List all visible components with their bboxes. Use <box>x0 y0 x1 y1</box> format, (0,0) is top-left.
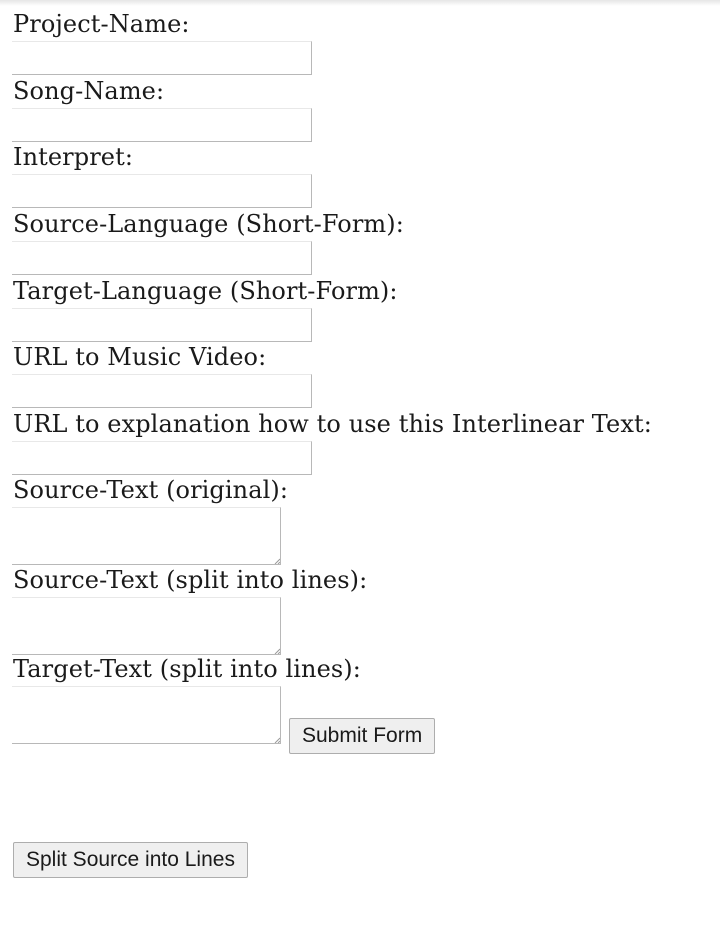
source-text-split-label: Source-Text (split into lines): <box>13 566 368 594</box>
interlinear-text-form: Project-Name: Song-Name: Interpret: Sour… <box>0 0 720 937</box>
target-language-label: Target-Language (Short-Form): <box>13 277 398 305</box>
song-name-label: Song-Name: <box>13 77 165 105</box>
interpret-label: Interpret: <box>13 143 134 171</box>
split-source-into-lines-button[interactable]: Split Source into Lines <box>13 842 248 878</box>
music-video-url-input[interactable] <box>12 374 312 408</box>
source-text-original-label: Source-Text (original): <box>13 476 289 504</box>
target-language-input[interactable] <box>12 308 312 342</box>
source-language-input[interactable] <box>12 241 312 275</box>
song-name-input[interactable] <box>12 108 312 142</box>
target-text-split-textarea[interactable] <box>12 686 281 744</box>
project-name-label: Project-Name: <box>13 10 190 38</box>
submit-form-button[interactable]: Submit Form <box>289 718 436 754</box>
source-language-label: Source-Language (Short-Form): <box>13 210 404 238</box>
explanation-url-input[interactable] <box>12 441 312 475</box>
project-name-input[interactable] <box>12 41 312 75</box>
music-video-url-label: URL to Music Video: <box>13 343 267 371</box>
source-text-split-textarea[interactable] <box>12 597 281 655</box>
target-text-split-label: Target-Text (split into lines): <box>13 655 361 683</box>
interpret-input[interactable] <box>12 174 312 208</box>
source-text-original-textarea[interactable] <box>12 507 281 565</box>
explanation-url-label: URL to explanation how to use this Inter… <box>13 410 652 438</box>
